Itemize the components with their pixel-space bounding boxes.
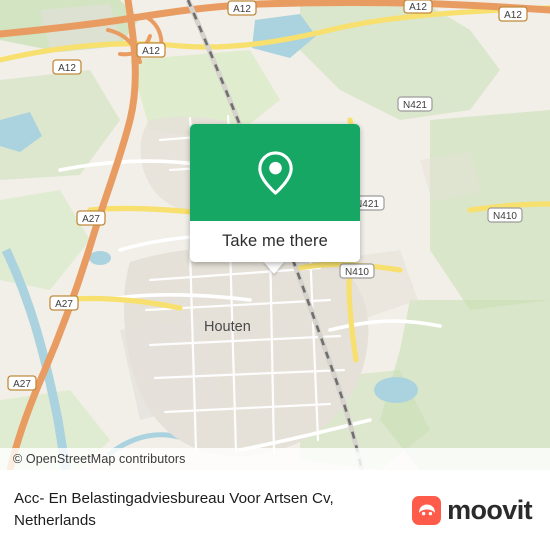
- place-title-line2: Netherlands: [14, 512, 96, 529]
- footer-bar: Acc- En Belastingadviesbureau Voor Artse…: [0, 470, 550, 550]
- map-screen: .w { fill:#aad3df; } .forest { fill:#c8e…: [0, 0, 550, 550]
- place-title-line1: Acc- En Belastingadviesbureau Voor Artse…: [14, 490, 334, 507]
- svg-text:A27: A27: [82, 214, 100, 225]
- moovit-brand[interactable]: moovit: [412, 494, 533, 526]
- svg-text:A27: A27: [13, 379, 31, 390]
- moovit-logo-icon: [412, 495, 442, 525]
- moovit-wordmark: moovit: [447, 494, 533, 525]
- svg-text:A27: A27: [55, 299, 73, 310]
- moovit-glyph-icon: [418, 504, 435, 516]
- popup-header: [190, 124, 360, 221]
- place-title: Acc- En Belastingadviesbureau Voor Artse…: [14, 488, 334, 532]
- destination-popup: Take me there: [190, 124, 360, 262]
- svg-text:A12: A12: [58, 63, 76, 74]
- attribution-text: © OpenStreetMap contributors: [13, 452, 186, 466]
- map-label-houten: Houten: [204, 319, 251, 335]
- svg-text:N410: N410: [345, 267, 369, 278]
- svg-text:A12: A12: [504, 10, 522, 21]
- svg-text:N421: N421: [403, 100, 427, 111]
- take-me-there-label: Take me there: [222, 232, 328, 250]
- popup-pointer: [263, 261, 285, 274]
- svg-text:A12: A12: [233, 4, 251, 15]
- svg-text:A12: A12: [409, 2, 427, 13]
- map-canvas[interactable]: .w { fill:#aad3df; } .forest { fill:#c8e…: [0, 0, 550, 470]
- take-me-there-button[interactable]: Take me there: [190, 221, 360, 262]
- map-attribution: © OpenStreetMap contributors: [0, 448, 550, 470]
- map-pin-icon: [257, 151, 293, 195]
- svg-text:N410: N410: [493, 211, 517, 222]
- svg-text:A12: A12: [142, 46, 160, 57]
